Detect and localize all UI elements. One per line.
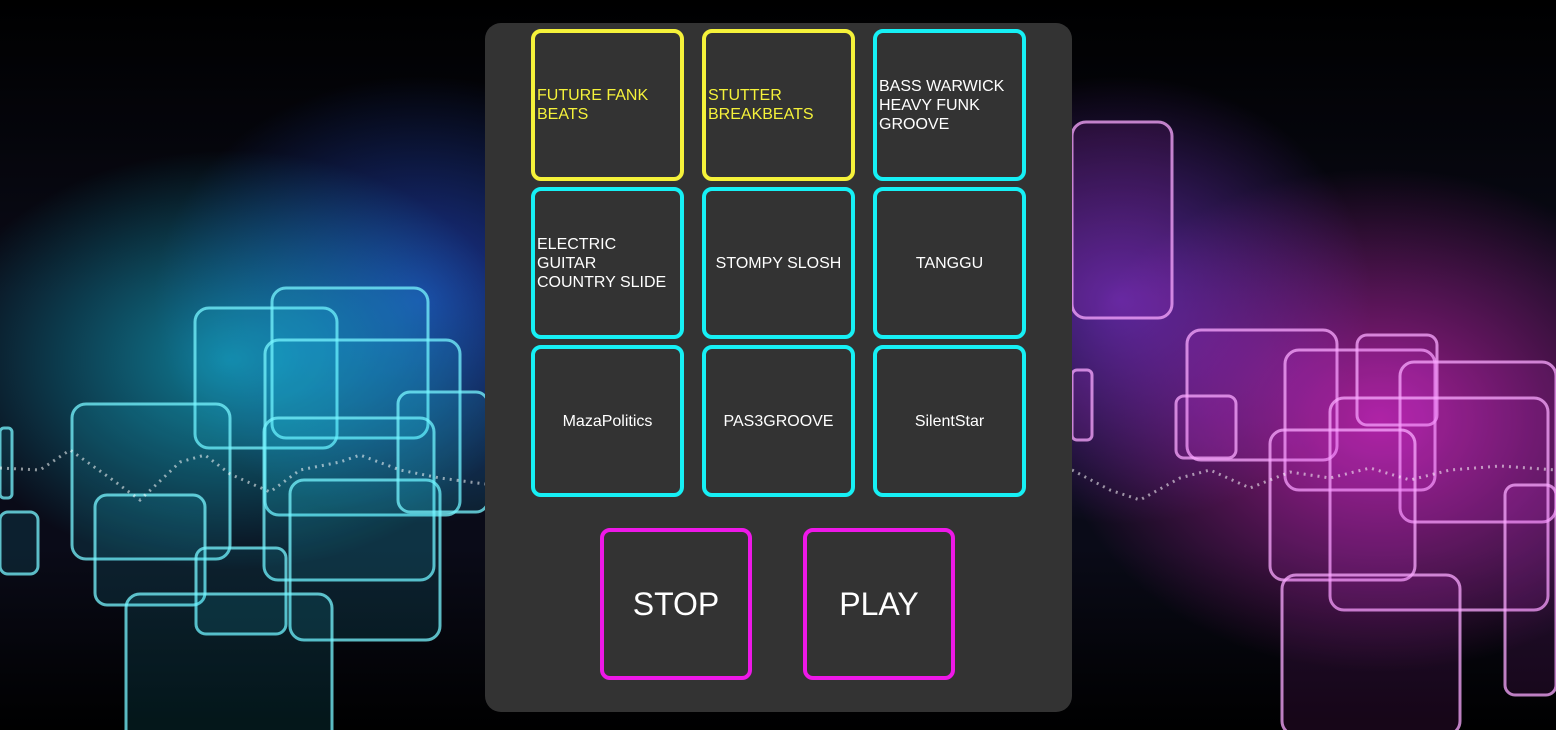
pad-label: ELECTRIC GUITAR COUNTRY SLIDE (537, 235, 667, 291)
pad-electric-guitar-country-slide[interactable]: ELECTRIC GUITAR COUNTRY SLIDE (531, 187, 684, 339)
pad-mazapolitics[interactable]: MazaPolitics (531, 345, 684, 497)
stop-button-label: STOP (632, 585, 720, 622)
pad-silentstar[interactable]: SilentStar (873, 345, 1026, 497)
drum-pad-panel: FUTURE FANK BEATS STUTTER BREAKBEATS BAS… (485, 23, 1072, 712)
play-button-label: PLAY (839, 585, 919, 622)
pad-label: TANGGU (915, 254, 984, 272)
pad-label: MazaPolitics (562, 412, 653, 430)
pad-stutter-breakbeats[interactable]: STUTTER BREAKBEATS (702, 29, 855, 181)
pad-label: FUTURE FANK BEATS (537, 87, 649, 123)
pad-bass-warwick-heavy-funk-groove[interactable]: BASS WARWICK HEAVY FUNK GROOVE (873, 29, 1026, 181)
pad-label: BASS WARWICK HEAVY FUNK GROOVE (879, 77, 1005, 133)
stop-button[interactable]: STOP (600, 528, 752, 680)
pad-stompy-slosh[interactable]: STOMPY SLOSH (702, 187, 855, 339)
pad-tanggu[interactable]: TANGGU (873, 187, 1026, 339)
pad-label: STUTTER BREAKBEATS (708, 87, 814, 123)
pad-label: PAS3GROOVE (723, 412, 834, 430)
pad-label: SilentStar (914, 412, 985, 430)
play-button[interactable]: PLAY (803, 528, 955, 680)
pad-future-fank-beats[interactable]: FUTURE FANK BEATS (531, 29, 684, 181)
pad-pas3groove[interactable]: PAS3GROOVE (702, 345, 855, 497)
pad-label: STOMPY SLOSH (715, 254, 842, 272)
